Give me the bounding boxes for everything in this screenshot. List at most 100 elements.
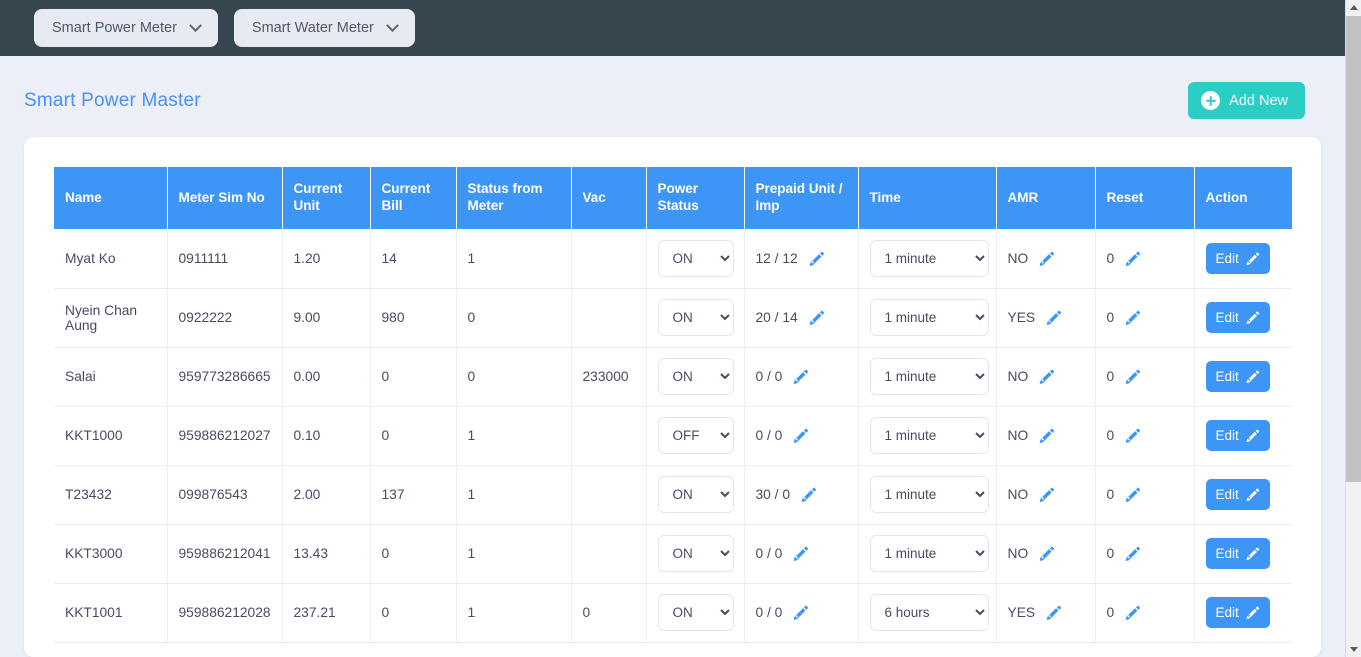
scroll-down-arrow-icon[interactable] — [1346, 641, 1361, 657]
cell-reset: 0 — [1095, 347, 1195, 407]
cell-status-from-meter: 1 — [456, 229, 572, 289]
edit-button[interactable]: Edit — [1205, 242, 1270, 274]
cell-meter-sim-no: 959886212027 — [167, 406, 283, 466]
pen-icon[interactable] — [1038, 486, 1055, 503]
app-viewport: Smart Power Meter Smart Water Meter Smar… — [0, 0, 1361, 657]
column-header-status-from-meter: Status from Meter — [456, 167, 572, 229]
cell-reset: 0 — [1095, 465, 1195, 525]
time-select[interactable]: 1 minute6 hours — [869, 535, 989, 572]
cell-prepaid-unit-imp: 0 / 0 — [744, 347, 859, 407]
cell-power-status: ONOFF — [646, 583, 745, 643]
column-header-reset: Reset — [1095, 167, 1195, 229]
pen-icon[interactable] — [1245, 369, 1260, 384]
cell-name: Myat Ko — [54, 229, 168, 289]
power-status-select[interactable]: ONOFF — [657, 535, 734, 572]
pen-icon[interactable] — [1124, 486, 1141, 503]
time-select[interactable]: 1 minute6 hours — [869, 358, 989, 395]
prepaid-value: 0 / 0 — [755, 369, 783, 384]
cell-current-unit: 2.00 — [282, 465, 371, 525]
cell-status-from-meter: 1 — [456, 465, 572, 525]
cell-name: Nyein Chan Aung — [54, 288, 168, 348]
power-status-select[interactable]: ONOFF — [657, 594, 734, 631]
power-status-select[interactable]: ONOFF — [657, 239, 734, 277]
cell-time: 1 minute6 hours — [858, 288, 997, 348]
pen-icon[interactable] — [792, 427, 809, 444]
vertical-scrollbar[interactable] — [1345, 0, 1361, 657]
pen-icon[interactable] — [1038, 427, 1055, 444]
pen-icon[interactable] — [808, 250, 825, 267]
cell-vac — [571, 524, 647, 584]
cell-reset: 0 — [1095, 406, 1195, 466]
pen-icon[interactable] — [1124, 604, 1141, 621]
pen-icon[interactable] — [1038, 250, 1055, 267]
add-new-button[interactable]: Add New — [1188, 82, 1305, 119]
prepaid-value: 0 / 0 — [755, 546, 783, 561]
edit-button[interactable]: Edit — [1205, 597, 1270, 628]
reset-value: 0 — [1106, 487, 1115, 502]
pen-icon[interactable] — [1245, 605, 1260, 620]
edit-button[interactable]: Edit — [1205, 420, 1270, 451]
time-select[interactable]: 1 minute6 hours — [869, 239, 989, 277]
pen-icon[interactable] — [1045, 309, 1062, 326]
time-select[interactable]: 1 minute6 hours — [869, 299, 989, 336]
cell-status-from-meter: 1 — [456, 583, 572, 643]
edit-button[interactable]: Edit — [1205, 479, 1270, 510]
cell-prepaid-unit-imp: 0 / 0 — [744, 406, 859, 466]
time-select[interactable]: 1 minute6 hours — [869, 594, 989, 631]
page-header: Smart Power Master Add New — [0, 56, 1345, 119]
power-status-select[interactable]: ONOFF — [657, 417, 734, 454]
pen-icon[interactable] — [808, 309, 825, 326]
cell-current-bill: 980 — [370, 288, 457, 348]
column-header-prepaid-unit-imp: Prepaid Unit / Imp — [744, 167, 859, 229]
power-status-select[interactable]: ONOFF — [657, 358, 734, 395]
cell-name: Salai — [54, 347, 168, 407]
cell-current-bill: 0 — [370, 347, 457, 407]
table-row: Nyein Chan Aung09222229.009800ONOFF20 / … — [54, 288, 1292, 348]
edit-button[interactable]: Edit — [1205, 302, 1270, 333]
edit-button[interactable]: Edit — [1205, 361, 1270, 392]
pen-icon[interactable] — [1038, 545, 1055, 562]
cell-current-bill: 0 — [370, 583, 457, 643]
cell-meter-sim-no: 959886212041 — [167, 524, 283, 584]
pen-icon[interactable] — [1045, 604, 1062, 621]
edit-button[interactable]: Edit — [1205, 538, 1270, 569]
pen-icon[interactable] — [1245, 251, 1260, 266]
cell-power-status: ONOFF — [646, 288, 745, 348]
pen-icon[interactable] — [792, 545, 809, 562]
pen-icon[interactable] — [792, 368, 809, 385]
cell-amr: NO — [996, 465, 1096, 525]
cell-name: KKT1000 — [54, 406, 168, 466]
pen-icon[interactable] — [1245, 428, 1260, 443]
pen-icon[interactable] — [800, 486, 817, 503]
cell-vac: 0 — [571, 583, 647, 643]
cell-time: 1 minute6 hours — [858, 229, 997, 289]
reset-value: 0 — [1106, 250, 1115, 266]
pen-icon[interactable] — [1245, 310, 1260, 325]
vertical-scrollbar-thumb[interactable] — [1346, 16, 1361, 482]
pen-icon[interactable] — [1124, 250, 1141, 267]
time-select[interactable]: 1 minute6 hours — [869, 417, 989, 454]
nav-smart-power-meter[interactable]: Smart Power Meter — [34, 9, 218, 47]
pen-icon[interactable] — [1245, 487, 1260, 502]
reset-value: 0 — [1106, 546, 1115, 561]
pen-icon[interactable] — [1245, 546, 1260, 561]
cell-power-status: ONOFF — [646, 465, 745, 525]
prepaid-value: 0 / 0 — [755, 428, 783, 443]
power-status-select[interactable]: ONOFF — [657, 299, 734, 336]
cell-current-bill: 0 — [370, 524, 457, 584]
edit-button-label: Edit — [1215, 546, 1239, 561]
pen-icon[interactable] — [792, 604, 809, 621]
nav-smart-water-meter[interactable]: Smart Water Meter — [233, 9, 415, 47]
pen-icon[interactable] — [1124, 368, 1141, 385]
time-select[interactable]: 1 minute6 hours — [869, 476, 989, 513]
cell-vac: 233000 — [571, 347, 647, 407]
pen-icon[interactable] — [1124, 545, 1141, 562]
pen-icon[interactable] — [1124, 309, 1141, 326]
table-card: Name Meter Sim No Current Unit Current B… — [24, 137, 1321, 657]
power-status-select[interactable]: ONOFF — [657, 476, 734, 513]
pen-icon[interactable] — [1038, 368, 1055, 385]
scroll-up-arrow-icon[interactable] — [1346, 0, 1361, 16]
pen-icon[interactable] — [1124, 427, 1141, 444]
cell-action: Edit — [1194, 288, 1292, 348]
cell-power-status: ONOFF — [646, 229, 745, 289]
